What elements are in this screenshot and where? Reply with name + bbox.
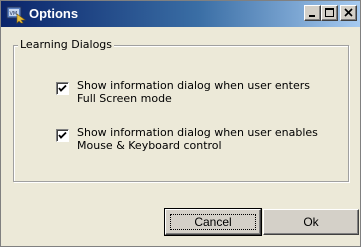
fullscreen-label-line2: Full Screen mode	[77, 92, 172, 105]
minimize-button[interactable]	[304, 5, 321, 21]
fullscreen-label-line1: Show information dialog when user enters	[77, 79, 310, 92]
learning-dialogs-group	[13, 45, 349, 182]
fullscreen-checkbox[interactable]	[56, 82, 69, 95]
minimize-icon	[309, 15, 315, 17]
checkmark-icon	[58, 84, 67, 92]
window-title: Options	[29, 6, 79, 21]
mouse-keyboard-checkbox[interactable]	[56, 129, 69, 142]
svg-text:VM: VM	[10, 11, 18, 17]
mouse-keyboard-label: Show information dialog when user enable…	[77, 126, 347, 152]
ok-button[interactable]: Ok	[263, 209, 359, 235]
maximize-button[interactable]	[321, 5, 338, 21]
fullscreen-label: Show information dialog when user enters…	[77, 79, 347, 105]
checkmark-icon	[58, 131, 67, 139]
cancel-button-label: Cancel	[194, 215, 232, 229]
close-icon	[344, 8, 353, 17]
close-button[interactable]	[340, 5, 357, 21]
mouse-keyboard-label-line1: Show information dialog when user enable…	[77, 126, 318, 139]
mouse-keyboard-label-line2: Mouse & Keyboard control	[77, 139, 222, 152]
ok-button-label: Ok	[303, 215, 319, 229]
options-dialog: VM Options Learning Dialogs Show informa…	[0, 0, 361, 247]
title-bar[interactable]: VM Options	[1, 1, 360, 27]
group-label: Learning Dialogs	[18, 38, 115, 51]
maximize-icon	[325, 8, 334, 17]
vm-app-icon: VM	[6, 6, 26, 24]
cancel-button[interactable]: Cancel	[164, 208, 262, 236]
